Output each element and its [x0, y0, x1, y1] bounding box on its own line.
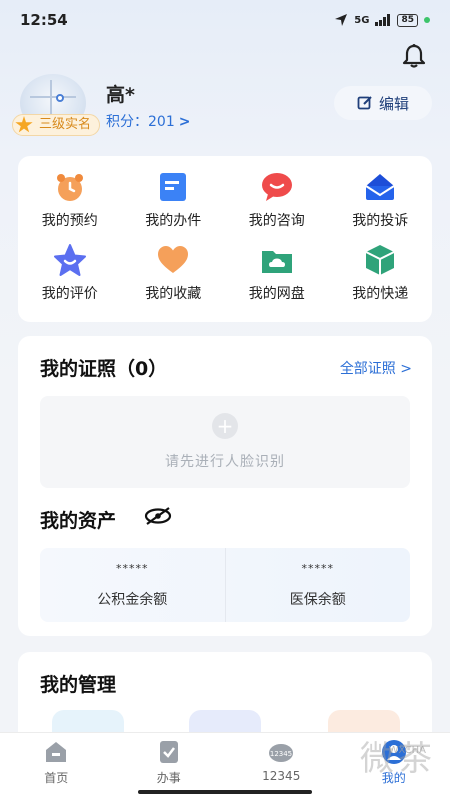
map-pin-icon	[56, 94, 64, 102]
management-title: 我的管理	[40, 674, 117, 696]
task-icon	[159, 741, 178, 763]
clock: 12:54	[20, 11, 68, 29]
quick-label: 我的网盘	[248, 286, 305, 302]
package-icon	[365, 245, 395, 275]
tab-home[interactable]: 首页	[16, 739, 96, 800]
quick-complaints[interactable]: 我的投诉	[329, 170, 433, 243]
tab-label: 12345	[262, 769, 301, 783]
quick-actions-card: 我的预约 我的办件 我的咨询 我的投诉 我的评价 我的收藏 我的网盘 我的快递	[18, 156, 432, 322]
asset-label: 公积金余额	[97, 591, 168, 608]
folder-cloud-icon	[261, 251, 292, 273]
quick-label: 我的办件	[145, 213, 202, 229]
status-icons: 5G 85	[334, 13, 430, 27]
tab-label: 办事	[156, 771, 181, 785]
quick-cloud-drive[interactable]: 我的网盘	[225, 243, 329, 316]
edit-profile-button[interactable]: 编辑	[334, 86, 432, 120]
profile-header: 三级实名 高* 积分：201 > 编辑	[12, 72, 432, 142]
quick-label: 我的收藏	[145, 286, 202, 302]
svg-text:12345: 12345	[270, 750, 292, 758]
home-indicator[interactable]	[138, 790, 312, 794]
alarm-clock-icon	[56, 174, 83, 201]
tab-label: 首页	[44, 771, 69, 785]
signal-bars-icon	[375, 14, 391, 26]
eye-hidden-icon[interactable]	[144, 506, 172, 526]
certificates-card: 我的证照（0） 全部证照 > + 请先进行人脸识别 我的资产 ***** 公积金…	[18, 336, 432, 636]
status-bar: 12:54 5G 85	[0, 0, 450, 40]
user-name: 高*	[106, 84, 135, 106]
points-link[interactable]: 积分：201 >	[106, 111, 190, 131]
verification-level-badge[interactable]: 三级实名	[12, 114, 101, 136]
assets-title: 我的资产	[40, 510, 117, 532]
assets-panel: ***** 公积金余额 ***** 医保余额	[40, 548, 410, 622]
heart-icon	[158, 246, 189, 273]
quick-deliveries[interactable]: 我的快递	[329, 243, 433, 316]
face-recognition-prompt[interactable]: + 请先进行人脸识别	[40, 396, 410, 488]
level-label: 三级实名	[39, 117, 92, 132]
watermark-small: WXCHA	[388, 745, 426, 756]
chat-bubble-icon	[261, 173, 292, 201]
chevron-right-icon: >	[178, 114, 191, 130]
document-icon	[160, 173, 187, 201]
all-certificates-link[interactable]: 全部证照 >	[340, 358, 412, 378]
privacy-indicator-icon	[424, 17, 430, 23]
quick-label: 我的预约	[41, 213, 98, 229]
asset-label: 医保余额	[289, 591, 346, 608]
quick-label: 我的咨询	[248, 213, 305, 229]
battery-icon: 85	[397, 13, 418, 27]
housing-fund-balance[interactable]: ***** 公积金余额	[40, 548, 225, 622]
medical-insurance-balance[interactable]: ***** 医保余额	[224, 548, 411, 622]
asset-value: *****	[116, 561, 149, 575]
star-icon	[53, 244, 86, 276]
points-label: 积分：	[106, 114, 148, 130]
quick-reviews[interactable]: 我的评价	[18, 243, 122, 316]
plus-icon: +	[212, 413, 238, 439]
envelope-icon	[365, 174, 395, 200]
quick-consultations[interactable]: 我的咨询	[225, 170, 329, 243]
location-icon	[335, 14, 348, 26]
edit-label: 编辑	[378, 94, 409, 113]
face-prompt-text: 请先进行人脸识别	[165, 454, 285, 470]
notification-bell-icon[interactable]	[400, 42, 428, 70]
hotline-icon: 12345	[269, 744, 294, 762]
asset-value: *****	[301, 561, 334, 575]
quick-cases[interactable]: 我的办件	[122, 170, 226, 243]
quick-label: 我的评价	[41, 286, 98, 302]
home-icon	[46, 742, 67, 762]
signal-label: 5G	[354, 14, 370, 26]
all-certificates-label: 全部证照	[339, 361, 396, 377]
certificates-title: 我的证照（0）	[40, 358, 168, 380]
quick-label: 我的快递	[352, 286, 409, 302]
star-badge-icon	[15, 116, 33, 133]
quick-favorites[interactable]: 我的收藏	[122, 243, 226, 316]
chevron-right-icon: >	[400, 361, 412, 377]
points-value: 201	[148, 114, 175, 130]
quick-appointments[interactable]: 我的预约	[18, 170, 122, 243]
edit-icon	[357, 96, 372, 110]
quick-label: 我的投诉	[352, 213, 409, 229]
